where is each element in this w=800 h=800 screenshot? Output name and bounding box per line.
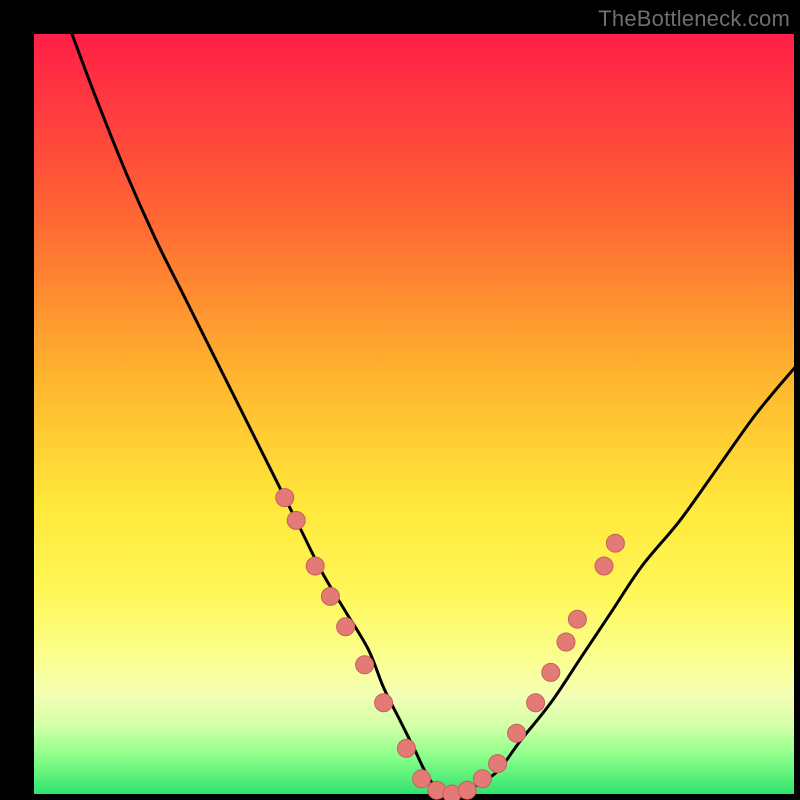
curve-marker — [276, 489, 294, 507]
curve-marker — [527, 694, 545, 712]
watermark-text: TheBottleneck.com — [598, 6, 790, 32]
curve-marker — [473, 770, 491, 788]
bottleneck-curve — [72, 34, 794, 795]
curve-layer — [72, 34, 794, 795]
curve-marker — [306, 557, 324, 575]
chart-svg — [34, 34, 794, 794]
curve-marker — [557, 633, 575, 651]
marker-layer — [276, 489, 625, 800]
curve-marker — [542, 663, 560, 681]
curve-marker — [606, 534, 624, 552]
curve-marker — [595, 557, 613, 575]
curve-marker — [375, 694, 393, 712]
curve-marker — [568, 610, 586, 628]
curve-marker — [458, 781, 476, 799]
curve-marker — [356, 656, 374, 674]
curve-marker — [337, 618, 355, 636]
curve-marker — [397, 739, 415, 757]
curve-marker — [489, 755, 507, 773]
curve-marker — [413, 770, 431, 788]
curve-marker — [508, 724, 526, 742]
curve-marker — [321, 587, 339, 605]
curve-marker — [287, 511, 305, 529]
chart-frame: TheBottleneck.com — [0, 0, 800, 800]
